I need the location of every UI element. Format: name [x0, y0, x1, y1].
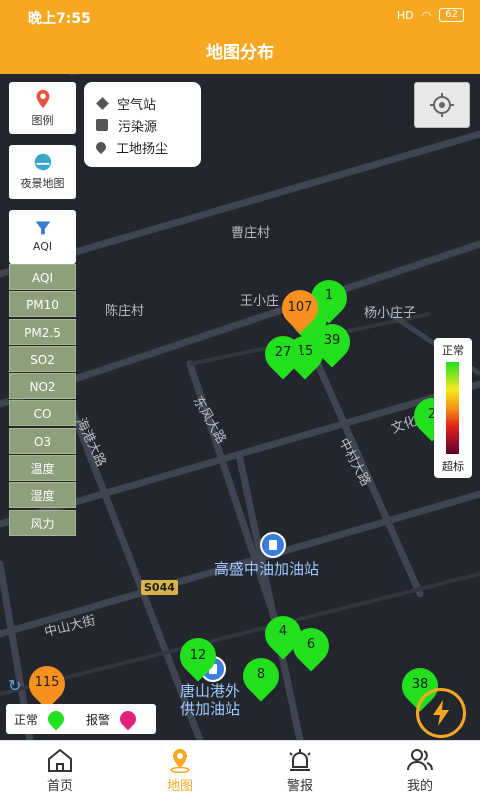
lightning-icon: [433, 700, 449, 726]
scale-bottom-label: 超标: [442, 460, 464, 473]
map-label-gaosheng-station: 高盛中油加油站: [214, 560, 320, 578]
status-time: 晚上7:55: [28, 11, 91, 27]
tab-home[interactable]: 首页: [0, 741, 120, 800]
legend-label: 污染源: [118, 119, 158, 135]
refresh-icon[interactable]: ↻: [8, 676, 21, 695]
bubble-icon: [96, 119, 108, 131]
lightning-fab-button[interactable]: [416, 688, 466, 738]
pin-value: 107: [287, 300, 313, 315]
user-icon: [407, 749, 433, 771]
pollutant-o3[interactable]: O3: [9, 427, 76, 454]
pin-icon: [93, 139, 109, 155]
alarm-light-icon: [289, 749, 311, 771]
map-label-yangxiaozhuangzi: 杨小庄子: [364, 306, 417, 321]
pollutant-no2[interactable]: NO2: [9, 373, 76, 400]
scale-gradient: [446, 362, 459, 454]
locate-button[interactable]: [414, 82, 470, 128]
battery-icon: 62: [439, 8, 464, 22]
tab-map[interactable]: 地图: [120, 741, 240, 800]
tab-mine[interactable]: 我的: [360, 741, 480, 800]
bottom-tab-bar: 首页 地图 警报 我的: [0, 740, 480, 800]
map-label-caozhuang: 曹庄村: [231, 226, 271, 241]
pollutant-selector: AQI PM10 PM2.5 SO2 NO2 CO O3 温度 湿度 风力: [9, 264, 76, 537]
status-normal-label: 正常: [14, 712, 39, 727]
pin-value: 6: [306, 637, 316, 652]
pin-value: 27: [274, 345, 292, 360]
normal-dot-icon: [44, 707, 68, 731]
signal-icon: HD: [396, 8, 414, 22]
tab-label: 首页: [46, 779, 73, 794]
night-map-button[interactable]: 夜景地图: [9, 145, 76, 199]
legend-item: 空气站: [96, 92, 189, 114]
legend-toggle-button[interactable]: 图例: [9, 82, 76, 134]
tab-alarm[interactable]: 警报: [240, 741, 360, 800]
night-map-icon: [34, 153, 51, 171]
legend-label: 工地扬尘: [116, 141, 169, 157]
map-label-tangshangang-2: 供加油站: [180, 700, 241, 718]
status-bar: 晚上7:55 HD ◠ 62: [0, 0, 480, 32]
pollutant-wind[interactable]: 风力: [9, 509, 76, 536]
aqi-button[interactable]: AQI: [9, 210, 76, 264]
tab-label: 地图: [166, 779, 193, 794]
tab-label: 警报: [286, 779, 313, 794]
legend-label: 空气站: [117, 97, 157, 113]
legend-item: 工地扬尘: [93, 136, 189, 158]
color-scale: 正常 超标: [434, 338, 472, 478]
pollutant-so2[interactable]: SO2: [9, 345, 76, 372]
side-button-label: 夜景地图: [20, 177, 65, 190]
pollutant-humidity[interactable]: 湿度: [9, 482, 76, 509]
legend-item: 污染源: [96, 114, 189, 136]
scale-top-label: 正常: [442, 344, 464, 357]
aqi-icon: [35, 221, 50, 235]
wifi-icon: ◠: [421, 8, 432, 22]
road-sign-s044: S044: [141, 580, 178, 595]
pin-value: 12: [189, 648, 207, 663]
diamond-icon: [96, 96, 109, 110]
page-title: 地图分布: [0, 32, 480, 74]
side-button-label: 图例: [31, 114, 54, 127]
pollutant-aqi[interactable]: AQI: [9, 264, 76, 290]
gas-station-icon[interactable]: [260, 532, 286, 558]
tab-label: 我的: [406, 779, 433, 794]
side-button-label: AQI: [32, 240, 53, 253]
status-legend: 正常 报警: [6, 704, 156, 734]
pin-value: 8: [256, 667, 266, 682]
map-view[interactable]: 曹庄村 王小庄 陈庄村 杨小庄子 东风大路 海港大路 中村大路 文化 高盛中油加…: [0, 74, 480, 740]
legend-panel: 空气站 污染源 工地扬尘: [84, 82, 201, 167]
map-label-wangxiaozhuang: 王小庄: [240, 294, 280, 309]
map-label-chenzhuang: 陈庄村: [105, 304, 145, 319]
pollutant-pm25[interactable]: PM2.5: [9, 318, 76, 345]
map-location-icon: [170, 749, 190, 773]
pollutant-pm10[interactable]: PM10: [9, 291, 76, 318]
home-icon: [48, 748, 72, 772]
pin-value: 115: [34, 675, 60, 690]
crosshair-icon: [430, 93, 454, 117]
status-icons: HD ◠ 62: [397, 8, 464, 22]
pollutant-co[interactable]: CO: [9, 400, 76, 427]
pollutant-temperature[interactable]: 温度: [9, 455, 76, 482]
status-alarm-label: 报警: [86, 712, 111, 727]
alarm-dot-icon: [116, 707, 140, 731]
map-pin-icon: [36, 89, 49, 109]
